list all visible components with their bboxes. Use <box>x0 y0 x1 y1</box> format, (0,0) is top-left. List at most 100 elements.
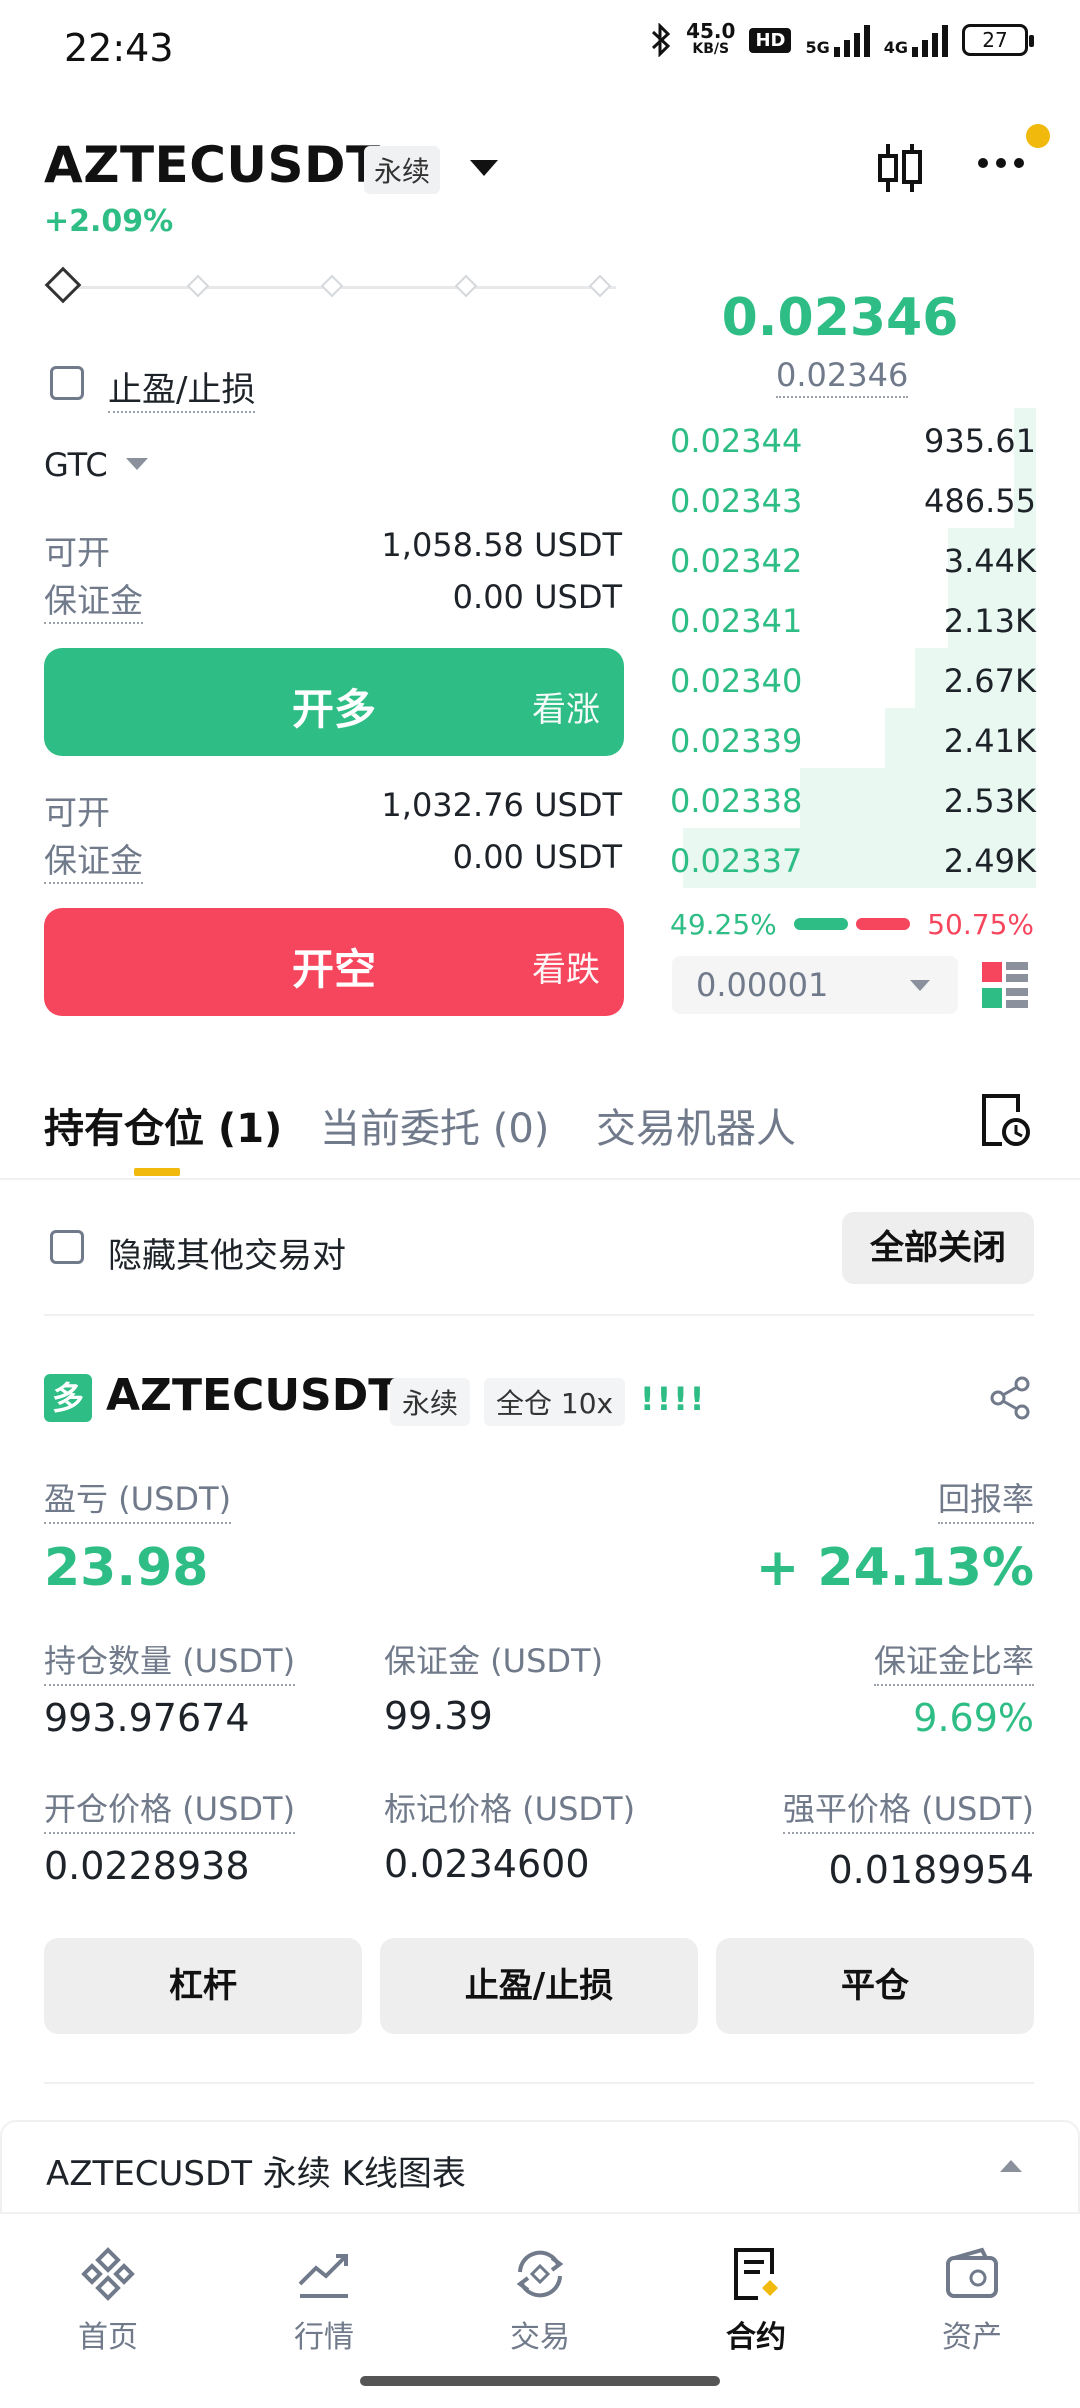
position-symbol[interactable]: AZTECUSDT <box>106 1370 398 1421</box>
order-book-qty: 2.41K <box>943 722 1036 760</box>
pair-title[interactable]: AZTECUSDT <box>44 136 381 194</box>
position-contract-tag: 永续 <box>390 1378 471 1426</box>
nav-assets[interactable]: 资产 <box>902 2244 1042 2356</box>
slider-node-100[interactable] <box>588 274 612 298</box>
slider-thumb[interactable] <box>44 266 82 304</box>
long-margin-value: 0.00 USDT <box>452 578 622 616</box>
position-tabs: 持有仓位 (1) 当前委托 (0) 交易机器人 <box>0 1060 1080 1180</box>
order-book-price: 0.02337 <box>670 842 803 880</box>
order-book-row[interactable]: 0.02341 2.13K <box>668 588 1036 648</box>
more-icon[interactable] <box>978 158 1024 168</box>
bluetooth-icon <box>652 23 671 57</box>
nav-home[interactable]: 首页 <box>38 2244 178 2356</box>
open-short-button[interactable]: 开空 看跌 <box>44 908 624 1016</box>
margin-value: 99.39 <box>384 1694 493 1738</box>
order-book-row[interactable]: 0.02338 2.53K <box>668 768 1036 828</box>
short-margin-label: 保证金 <box>44 834 143 884</box>
exchange-icon <box>516 2250 564 2298</box>
liq-price-label: 强平价格 (USDT) <box>782 1784 1034 1834</box>
long-available-label: 可开 <box>44 533 110 572</box>
margin-ratio-label: 保证金比率 <box>873 1636 1034 1686</box>
hide-other-pairs-checkbox[interactable] <box>50 1230 84 1264</box>
close-position-button[interactable]: 平仓 <box>716 1938 1034 2034</box>
signal-5g-icon: 5G <box>805 23 870 57</box>
order-book-qty: 2.49K <box>943 842 1036 880</box>
order-book-row[interactable]: 0.02339 2.41K <box>668 708 1036 768</box>
order-book-price: 0.02344 <box>670 422 803 460</box>
slider-node-50[interactable] <box>320 274 344 298</box>
time-in-force-dropdown-icon[interactable] <box>126 458 148 470</box>
buy-ratio-bar <box>794 918 848 930</box>
short-available-value: 1,032.76 USDT <box>381 786 622 824</box>
home-indicator <box>360 2376 720 2386</box>
close-all-button[interactable]: 全部关闭 <box>842 1212 1034 1284</box>
nav-home-label: 首页 <box>78 2320 138 2355</box>
battery-icon: 27 <box>962 24 1034 56</box>
tab-open-orders[interactable]: 当前委托 (0) <box>320 1096 549 1154</box>
open-long-button[interactable]: 开多 看涨 <box>44 648 624 756</box>
mark-price-value: 0.0234600 <box>384 1842 590 1886</box>
slider-node-75[interactable] <box>454 274 478 298</box>
tpsl-checkbox[interactable] <box>50 366 84 400</box>
amount-slider[interactable] <box>44 266 616 310</box>
order-book-price: 0.02341 <box>670 602 803 640</box>
pnl-label: 盈亏 (USDT) <box>44 1474 232 1524</box>
tpsl-button[interactable]: 止盈/止损 <box>380 1938 698 2034</box>
order-book: 0.02344 935.61 0.02343 486.55 0.02342 3.44K 0.… <box>668 408 1036 888</box>
order-book-row[interactable]: 0.02337 2.49K <box>668 828 1036 888</box>
signal-4g-icon: 4G <box>884 23 948 57</box>
roe-value: + 24.13% <box>755 1538 1034 1598</box>
nav-futures-label: 合约 <box>726 2320 786 2355</box>
order-book-row[interactable]: 0.02342 3.44K <box>668 528 1036 588</box>
order-book-row[interactable]: 0.02343 486.55 <box>668 468 1036 528</box>
status-icons: 45.0 KB/S HD 5G 4G 27 <box>650 19 1034 58</box>
mark-price-label: 标记价格 (USDT) <box>384 1790 636 1828</box>
order-book-qty: 2.53K <box>943 782 1036 820</box>
precision-select[interactable]: 0.00001 <box>672 956 958 1014</box>
roe-label: 回报率 <box>937 1474 1034 1524</box>
long-margin-label: 保证金 <box>44 574 143 624</box>
adl-indicator: !!!! <box>640 1380 707 1418</box>
order-book-row[interactable]: 0.02344 935.61 <box>668 408 1036 468</box>
last-price: 0.02346 <box>721 288 959 348</box>
binance-logo-icon <box>81 2247 135 2301</box>
notification-dot <box>1026 124 1050 148</box>
order-book-qty: 2.13K <box>943 602 1036 640</box>
mark-price: 0.02346 <box>776 356 909 398</box>
nav-assets-label: 资产 <box>942 2320 1002 2355</box>
margin-label: 保证金 (USDT) <box>384 1642 604 1680</box>
nav-markets[interactable]: 行情 <box>254 2244 394 2356</box>
tpsl-label[interactable]: 止盈/止损 <box>108 362 256 413</box>
order-book-row[interactable]: 0.02340 2.67K <box>668 648 1036 708</box>
pair-dropdown-icon[interactable] <box>470 160 498 176</box>
status-time: 22:43 <box>64 26 174 70</box>
hide-other-pairs-label[interactable]: 隐藏其他交易对 <box>108 1228 346 1277</box>
order-book-price: 0.02343 <box>670 482 803 520</box>
share-icon[interactable] <box>988 1376 1032 1420</box>
liq-price-value: 0.0189954 <box>828 1848 1035 1892</box>
tab-positions[interactable]: 持有仓位 (1) <box>44 1096 282 1154</box>
kline-chart-toggle[interactable]: AZTECUSDT 永续 K线图表 <box>0 2120 1080 2214</box>
order-book-price: 0.02342 <box>670 542 803 580</box>
nav-trade[interactable]: 交易 <box>470 2244 610 2356</box>
kline-chart-label: AZTECUSDT 永续 K线图表 <box>46 2154 466 2194</box>
slider-node-25[interactable] <box>186 274 210 298</box>
size-value: 993.97674 <box>44 1696 250 1740</box>
orderbook-layout-icon[interactable] <box>982 962 1028 1008</box>
time-in-force[interactable]: GTC <box>44 446 108 484</box>
nav-futures[interactable]: 合约 <box>686 2244 826 2356</box>
entry-price-value: 0.0228938 <box>44 1844 250 1888</box>
leverage-button[interactable]: 杠杆 <box>44 1938 362 2034</box>
order-history-icon[interactable] <box>980 1092 1030 1148</box>
precision-value: 0.00001 <box>696 966 829 1004</box>
wallet-icon <box>946 2247 998 2298</box>
sell-ratio-bar <box>856 918 910 930</box>
margin-ratio-value: 9.69% <box>913 1696 1034 1740</box>
long-available-value: 1,058.58 USDT <box>381 526 622 564</box>
sell-ratio: 50.75% <box>927 908 1034 941</box>
order-book-price: 0.02339 <box>670 722 803 760</box>
order-book-qty: 935.61 <box>924 422 1036 460</box>
network-speed: 45.0 KB/S <box>686 19 736 57</box>
tab-trading-bots[interactable]: 交易机器人 <box>596 1096 796 1154</box>
candlestick-icon[interactable] <box>874 140 926 196</box>
